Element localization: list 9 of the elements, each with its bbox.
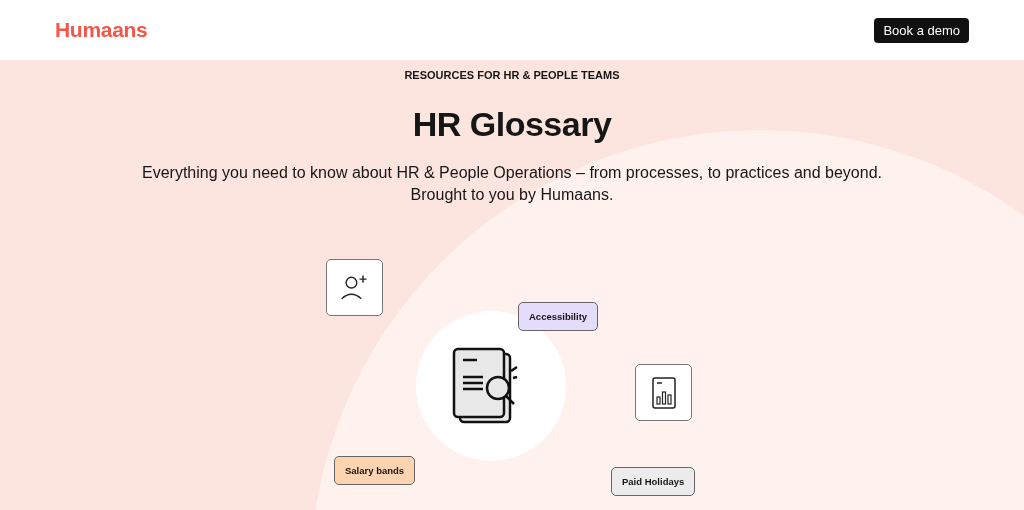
book-demo-button[interactable]: Book a demo (874, 17, 969, 43)
glossary-tag: Paid Holidays (611, 467, 696, 496)
subtitle-text: Brought to you by Humaans. (409, 185, 615, 205)
subtitle-text: Everything you need to know about HR & People Operations – from processes, to practices and beyond. (142, 163, 882, 183)
glossary-tag: Accessibility (518, 302, 599, 331)
eyebrow-text: RESOURCES FOR HR & PEOPLE TEAMS (404, 69, 620, 81)
glossary-tag: Salary bands (334, 456, 416, 485)
bar-chart-icon (651, 376, 676, 409)
page-title: HR Glossary (412, 105, 612, 144)
